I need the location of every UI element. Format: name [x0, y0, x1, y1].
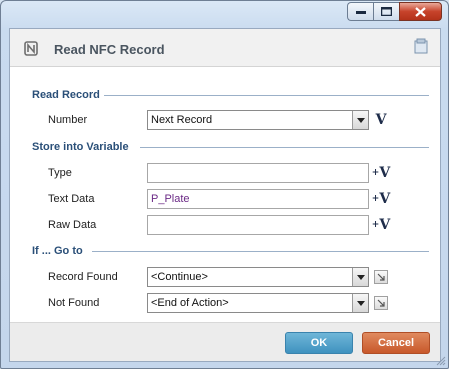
text-data-label: Text Data [48, 193, 95, 205]
record-found-label: Record Found [48, 271, 118, 283]
dropdown-arrow-icon[interactable] [352, 268, 368, 286]
dialog-header: Read NFC Record [10, 29, 440, 67]
record-found-value: <Continue> [151, 271, 208, 283]
maximize-button[interactable] [373, 2, 399, 21]
note-icon[interactable] [414, 38, 428, 54]
section-goto-title: If ... Go to [32, 245, 83, 257]
close-button[interactable] [399, 2, 442, 21]
close-icon [415, 6, 426, 17]
variable-insert-icon[interactable]: + V [372, 216, 390, 234]
nfc-icon [24, 41, 38, 56]
section-divider [104, 95, 429, 96]
record-found-select[interactable]: <Continue> [147, 267, 369, 287]
not-found-select[interactable]: <End of Action> [147, 293, 369, 313]
dropdown-arrow-icon[interactable] [352, 294, 368, 312]
dialog-footer: OK Cancel [10, 322, 440, 361]
maximize-icon [381, 7, 392, 16]
not-found-value: <End of Action> [151, 297, 229, 309]
variable-insert-icon[interactable]: + V [372, 164, 390, 182]
ok-button[interactable]: OK [285, 332, 353, 354]
type-label: Type [48, 167, 72, 179]
text-data-field[interactable]: P_Plate [147, 189, 369, 209]
cancel-button[interactable]: Cancel [362, 332, 430, 354]
goto-arrow-icon[interactable] [374, 296, 388, 310]
minimize-button[interactable] [347, 2, 373, 21]
dialog-body: Read NFC Record Read Record Number Next … [9, 28, 441, 362]
minimize-icon [355, 10, 366, 14]
raw-data-label: Raw Data [48, 219, 97, 231]
dialog-window: Read NFC Record Read Record Number Next … [0, 0, 449, 369]
section-divider [92, 251, 429, 252]
resize-grip-icon[interactable] [436, 356, 446, 366]
raw-data-field[interactable] [147, 215, 369, 235]
variable-insert-icon[interactable]: + V [372, 190, 390, 208]
section-store-title: Store into Variable [32, 141, 129, 153]
number-label: Number [48, 114, 88, 126]
number-select[interactable]: Next Record [147, 110, 369, 130]
goto-arrow-icon[interactable] [374, 270, 388, 284]
dropdown-arrow-icon[interactable] [352, 111, 368, 129]
number-select-value: Next Record [151, 114, 213, 126]
section-divider [140, 147, 429, 148]
type-field[interactable] [147, 163, 369, 183]
dialog-title: Read NFC Record [54, 42, 165, 57]
section-read-record-title: Read Record [32, 89, 100, 101]
caption-buttons [347, 2, 442, 21]
not-found-label: Not Found [48, 297, 100, 309]
variable-icon[interactable]: V [372, 111, 390, 129]
